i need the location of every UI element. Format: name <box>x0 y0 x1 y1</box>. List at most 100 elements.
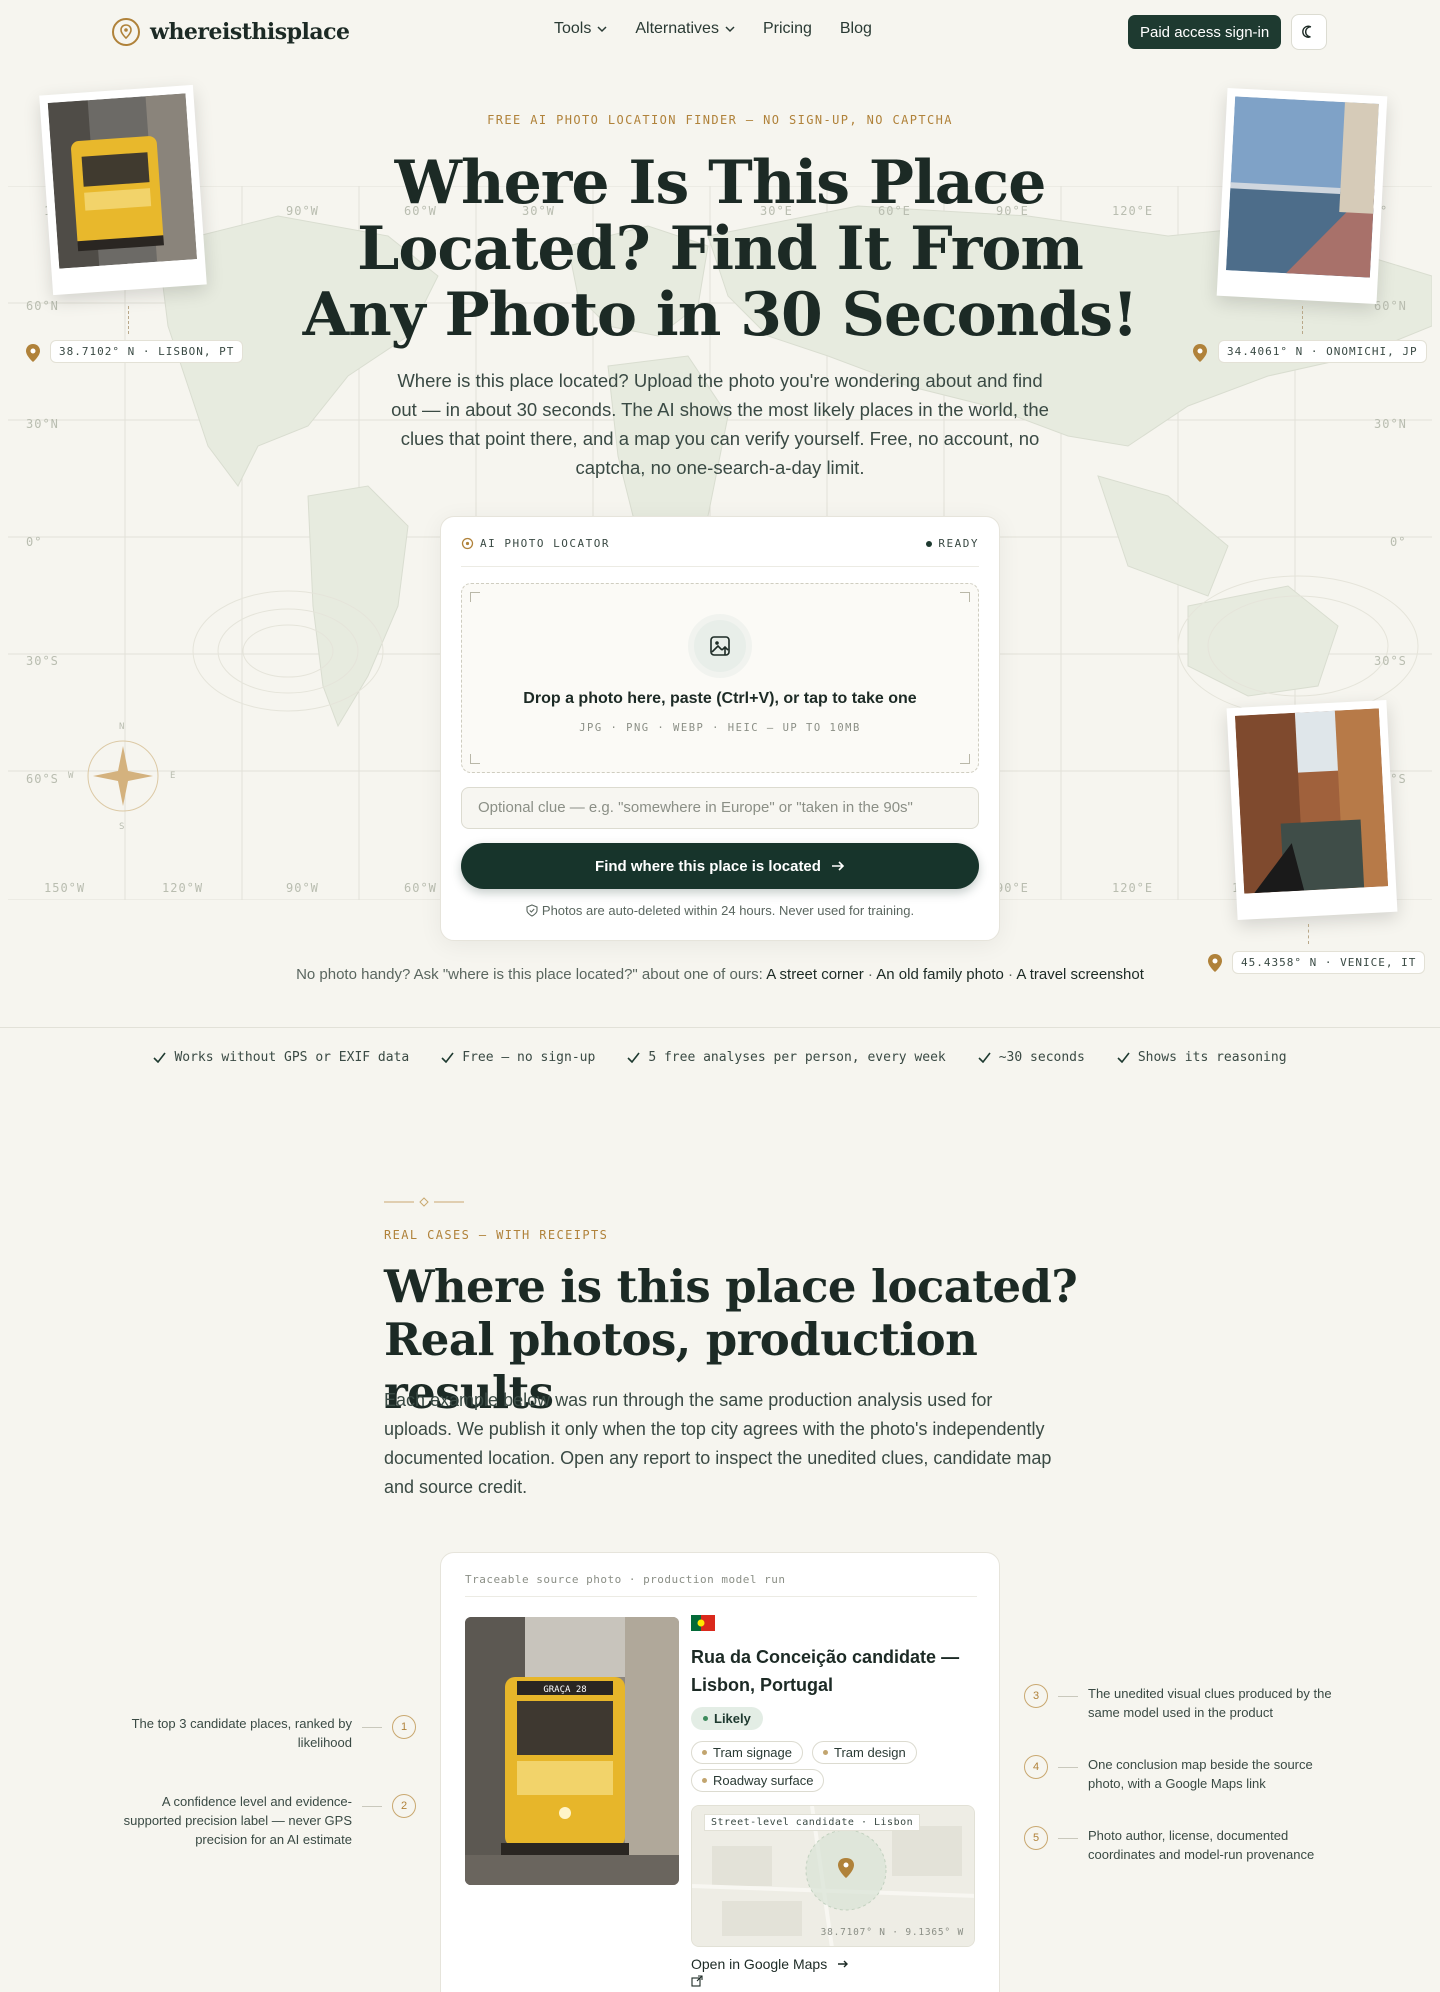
minimap-label: Street-level candidate · Lisbon <box>704 1814 921 1831</box>
open-google-maps-link[interactable]: Open in Google Maps <box>691 1955 849 1991</box>
check-icon <box>978 1052 991 1063</box>
feature-item: Works without GPS or EXIF data <box>153 1050 409 1065</box>
compass-w: W <box>68 771 75 781</box>
pin-connector <box>1308 924 1309 944</box>
compass-rose <box>87 740 159 812</box>
tram-destination-sign: GRAÇA 28 <box>543 1685 586 1695</box>
theme-toggle-button[interactable] <box>1291 14 1327 50</box>
target-icon <box>461 537 474 550</box>
grid-label: 60°N <box>26 299 59 313</box>
coord-tag-onomichi: 34.4061° N · ONOMICHI, JP <box>1218 340 1427 363</box>
example-title: Rua da Conceição candidate — Lisbon, Por… <box>691 1647 960 1695</box>
brand-logo[interactable]: whereisthisplace <box>112 18 350 46</box>
onomichi-waterfront-photo <box>1226 96 1379 278</box>
pin-connector <box>1302 306 1303 334</box>
clue-pill: Tram design <box>812 1741 917 1764</box>
example-header: Traceable source photo · production mode… <box>465 1573 977 1597</box>
section-divider <box>0 1027 1440 1028</box>
hero-title: Where Is This Place Located? Find It Fro… <box>302 148 1139 350</box>
diamond-ornament-icon <box>384 1197 464 1207</box>
candidate-minimap[interactable]: Street-level candidate · Lisbon 38.7107°… <box>691 1805 975 1947</box>
annotation-2: A confidence level and evidence-supporte… <box>123 1794 352 1847</box>
grid-label: 30°S <box>26 654 59 668</box>
annotation-number: 5 <box>1024 1826 1048 1850</box>
compass-s: S <box>119 822 126 832</box>
compass-n: N <box>119 722 126 732</box>
optional-clue-input[interactable]: Optional clue — e.g. "somewhere in Europ… <box>461 787 979 829</box>
sample-travel-screenshot[interactable]: A travel screenshot <box>1016 966 1144 983</box>
feature-item: Free — no sign-up <box>441 1050 595 1065</box>
polaroid-venice <box>1226 699 1398 921</box>
hero-subtitle: Where is this place located? Upload the … <box>391 370 1049 478</box>
shield-check-icon <box>526 904 538 917</box>
grid-label: 30°S <box>1374 654 1407 668</box>
check-icon <box>627 1052 640 1063</box>
feature-item: 5 free analyses per person, every week <box>627 1050 946 1065</box>
venice-canal-photo <box>1234 708 1389 894</box>
chevron-down-icon <box>597 25 607 32</box>
grid-label: 60°S <box>26 772 59 786</box>
annotation-number: 1 <box>392 1715 416 1739</box>
grid-label: 60°W <box>404 881 437 895</box>
annotation-3: The unedited visual clues produced by th… <box>1088 1686 1332 1720</box>
check-icon <box>1117 1052 1130 1063</box>
lisbon-tram-photo <box>47 93 197 269</box>
portugal-flag-icon <box>691 1615 715 1631</box>
compass-e: E <box>170 771 177 781</box>
location-pin-icon <box>112 18 140 46</box>
chevron-down-icon <box>725 25 735 32</box>
confidence-badge: Likely <box>691 1707 763 1730</box>
grid-label: 30°N <box>1374 417 1407 431</box>
cases-kicker: REAL CASES — WITH RECEIPTS <box>384 1228 609 1242</box>
annotation-line <box>1058 1838 1078 1839</box>
locator-header: AI PHOTO LOCATOR READY <box>461 537 979 567</box>
coord-tag-lisbon: 38.7102° N · LISBON, PT <box>50 340 244 363</box>
annotation-1: The top 3 candidate places, ranked by li… <box>131 1716 352 1750</box>
grid-label: 0° <box>1390 535 1407 549</box>
feature-list: Works without GPS or EXIF data Free — no… <box>0 1050 1440 1065</box>
sample-family-photo[interactable]: An old family photo <box>876 966 1004 983</box>
feature-item: ~30 seconds <box>978 1050 1085 1065</box>
grid-label: 60°N <box>1374 299 1407 313</box>
grid-label: 30°N <box>26 417 59 431</box>
image-upload-icon <box>688 614 752 678</box>
grid-label: 90°E <box>996 881 1029 895</box>
arrow-right-icon <box>831 861 845 871</box>
nav-tools[interactable]: Tools <box>554 20 607 38</box>
example-report-card: Traceable source photo · production mode… <box>440 1552 1000 1992</box>
minimap-coordinates: 38.7107° N · 9.1365° W <box>820 1927 964 1938</box>
polaroid-lisbon <box>39 84 207 296</box>
photo-dropzone[interactable]: Drop a photo here, paste (Ctrl+V), or ta… <box>461 583 979 773</box>
grid-label: 150°W <box>44 881 86 895</box>
privacy-note: Photos are auto-deleted within 24 hours.… <box>441 903 999 918</box>
arrow-right-icon <box>838 1960 849 1968</box>
feature-item: Shows its reasoning <box>1117 1050 1287 1065</box>
nav-blog[interactable]: Blog <box>840 20 872 38</box>
annotation-5: Photo author, license, documented coordi… <box>1088 1828 1315 1862</box>
paid-signin-button[interactable]: Paid access sign-in <box>1128 15 1282 49</box>
ai-photo-locator-card: AI PHOTO LOCATOR READY Drop a photo here… <box>440 516 1000 941</box>
location-pin-icon <box>1193 344 1207 362</box>
locator-title: AI PHOTO LOCATOR <box>480 537 610 550</box>
example-source-photo[interactable]: GRAÇA 28 <box>465 1617 679 1885</box>
nav-pricing[interactable]: Pricing <box>763 20 812 38</box>
annotation-line <box>1058 1767 1078 1768</box>
nav-alternatives[interactable]: Alternatives <box>635 20 735 38</box>
cases-body: Each example below was run through the s… <box>384 1390 1052 1497</box>
annotation-number: 4 <box>1024 1755 1048 1779</box>
dropzone-title: Drop a photo here, paste (Ctrl+V), or ta… <box>523 690 917 707</box>
sample-photos-row: No photo handy? Ask "where is this place… <box>296 966 1144 983</box>
sample-street-corner[interactable]: A street corner <box>766 966 864 983</box>
check-icon <box>153 1052 167 1063</box>
clue-pill: Roadway surface <box>691 1769 825 1792</box>
external-link-icon <box>691 1975 703 1987</box>
hero-kicker: FREE AI PHOTO LOCATION FINDER — NO SIGN-… <box>487 113 953 127</box>
polaroid-onomichi <box>1216 87 1388 305</box>
grid-label: 90°W <box>286 881 319 895</box>
find-location-button[interactable]: Find where this place is located <box>461 843 979 889</box>
annotation-number: 3 <box>1024 1684 1048 1708</box>
nav-links: Tools Alternatives Pricing Blog <box>554 20 872 38</box>
annotation-number: 2 <box>392 1794 416 1818</box>
grid-label: 0° <box>26 535 43 549</box>
brand-name: whereisthisplace <box>150 19 350 45</box>
